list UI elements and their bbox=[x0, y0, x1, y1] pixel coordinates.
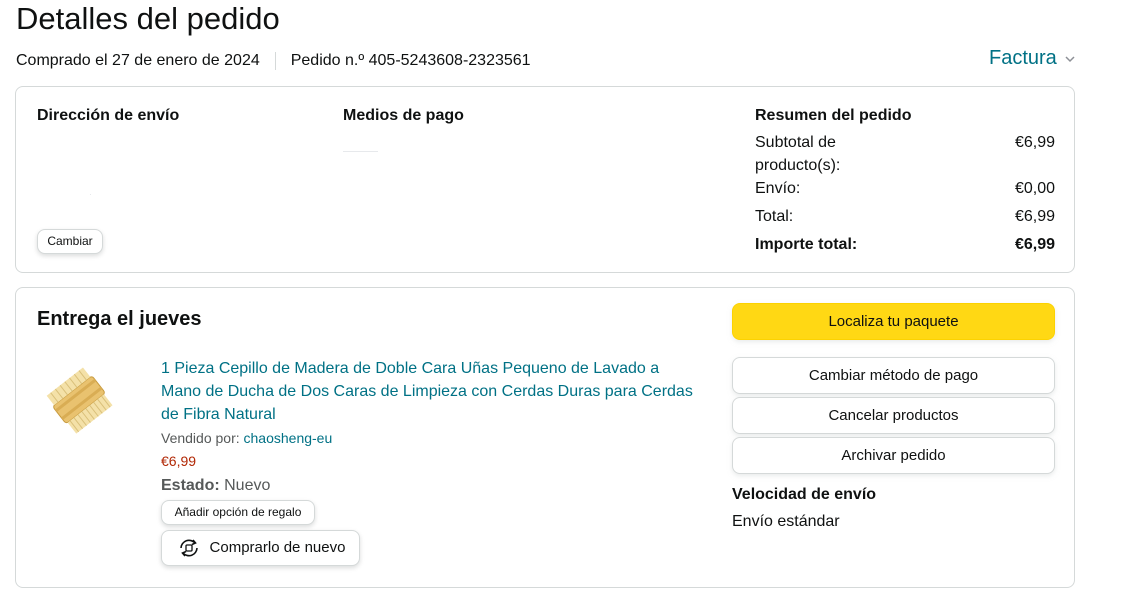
payment-heading: Medios de pago bbox=[343, 107, 464, 124]
buy-again-button[interactable]: Comprarlo de nuevo bbox=[161, 530, 360, 566]
archive-order-button[interactable]: Archivar pedido bbox=[732, 437, 1055, 474]
invoice-label: Factura bbox=[989, 47, 1057, 69]
summary-label: Importe total: bbox=[755, 236, 858, 253]
order-meta: Comprado el 27 de enero de 2024 Pedido n… bbox=[16, 50, 531, 72]
summary-value: €6,99 bbox=[1014, 236, 1055, 253]
meta-divider bbox=[274, 52, 276, 70]
order-info-box: Dirección de envío Cambiar Medios de pag… bbox=[15, 86, 1075, 273]
sold-by-label: Vendido por: bbox=[161, 430, 240, 446]
item-condition: Estado: Nuevo bbox=[161, 475, 270, 497]
summary-label: Subtotal de producto(s): bbox=[755, 134, 841, 174]
address-placeholder bbox=[90, 194, 91, 195]
shipping-speed-heading: Velocidad de envío bbox=[732, 486, 877, 503]
summary-label: Total: bbox=[755, 208, 794, 225]
summary-row-total: Total: €6,99 bbox=[755, 205, 1055, 228]
chevron-down-icon bbox=[1065, 46, 1075, 72]
delivery-box: Entrega el jueves 1 Pieza Cepillo de Mad… bbox=[15, 287, 1075, 588]
seller-line: Vendido por: chaosheng-eu bbox=[161, 429, 332, 448]
order-number: Pedido n.º 405-5243608-2323561 bbox=[290, 52, 531, 69]
summary-row-shipping: Envío: €0,00 bbox=[755, 177, 1055, 200]
cancel-items-button[interactable]: Cancelar productos bbox=[732, 397, 1055, 434]
summary-row-subtotal: Subtotal de producto(s): €6,99 bbox=[755, 131, 1055, 177]
product-image[interactable] bbox=[44, 356, 130, 464]
summary-value: €6,99 bbox=[1014, 208, 1055, 225]
payment-method-placeholder bbox=[343, 151, 378, 152]
item-price: €6,99 bbox=[161, 453, 197, 469]
summary-value: €6,99 bbox=[1014, 134, 1055, 151]
buy-again-label: Comprarlo de nuevo bbox=[209, 539, 346, 556]
buy-again-icon bbox=[176, 535, 202, 561]
summary-row-grand-total: Importe total: €6,99 bbox=[755, 233, 1055, 256]
page-title: Detalles del pedido bbox=[16, 1, 280, 36]
condition-value: Nuevo bbox=[224, 477, 271, 494]
summary-label: Envío: bbox=[755, 180, 801, 197]
shipping-speed-value: Envío estándar bbox=[732, 513, 840, 530]
change-payment-method-button[interactable]: Cambiar método de pago bbox=[732, 357, 1055, 394]
seller-link[interactable]: chaosheng-eu bbox=[244, 430, 333, 446]
shipping-address-heading: Dirección de envío bbox=[37, 107, 180, 124]
condition-label: Estado: bbox=[161, 477, 220, 494]
product-title-link[interactable]: 1 Pieza Cepillo de Madera de Doble Cara … bbox=[161, 357, 701, 426]
order-date: Comprado el 27 de enero de 2024 bbox=[16, 52, 260, 69]
change-address-button[interactable]: Cambiar bbox=[37, 229, 103, 254]
track-package-button[interactable]: Localiza tu paquete bbox=[732, 303, 1055, 340]
add-gift-option-button[interactable]: Añadir opción de regalo bbox=[161, 500, 315, 525]
summary-value: €0,00 bbox=[1014, 180, 1055, 197]
invoice-dropdown[interactable]: Factura bbox=[989, 44, 1075, 72]
delivery-heading: Entrega el jueves bbox=[37, 308, 202, 330]
order-summary-heading: Resumen del pedido bbox=[755, 107, 912, 124]
